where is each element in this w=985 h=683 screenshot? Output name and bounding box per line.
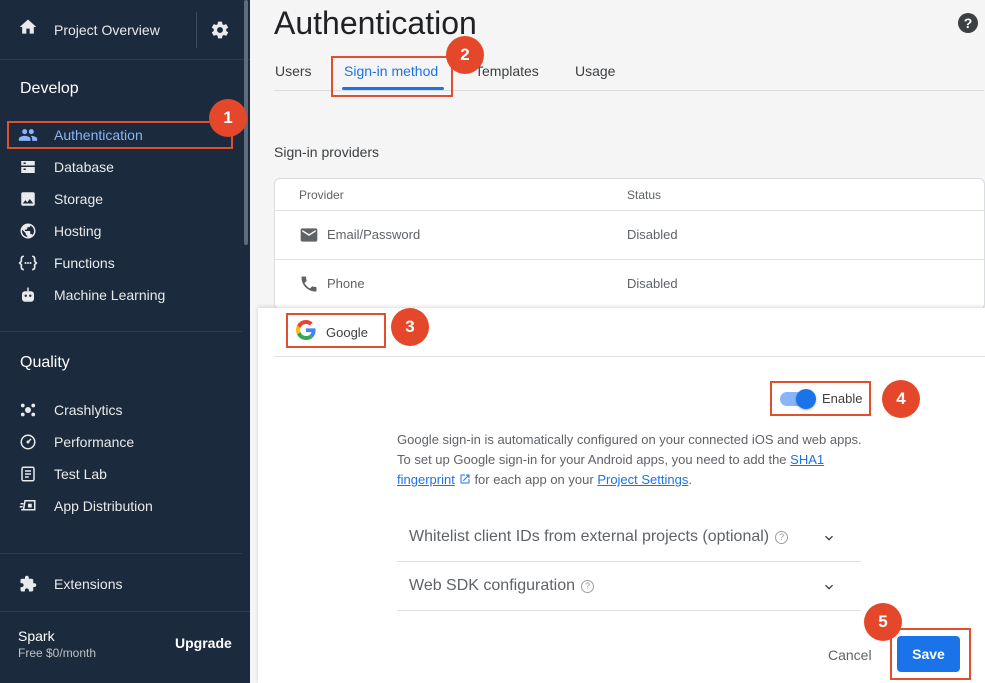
google-description: Google sign-in is automatically configur… xyxy=(397,430,867,490)
table-row[interactable]: Phone Disabled xyxy=(275,259,984,308)
sidebar-item-database[interactable]: Database xyxy=(0,151,242,183)
sidebar-item-label: Performance xyxy=(54,434,135,450)
step-badge: 5 xyxy=(864,603,902,641)
tab-templates[interactable]: Templates xyxy=(475,63,539,79)
sidebar-item-label: Hosting xyxy=(54,223,102,239)
upgrade-button[interactable]: Upgrade xyxy=(175,635,232,651)
highlight-box-enable xyxy=(770,381,871,416)
sidebar-item-label: Functions xyxy=(54,255,115,271)
sidebar-item-app-distribution[interactable]: App Distribution xyxy=(0,490,242,522)
sidebar-item-label: Crashlytics xyxy=(54,402,123,418)
chevron-down-icon[interactable] xyxy=(821,530,837,551)
develop-section: Develop Authentication Database Storage … xyxy=(0,60,242,332)
home-icon xyxy=(18,17,38,42)
speedometer-icon xyxy=(18,432,38,452)
sidebar-item-storage[interactable]: Storage xyxy=(0,183,242,215)
provider-status: Disabled xyxy=(627,276,678,291)
sidebar: Project Overview Develop Authentication … xyxy=(0,0,250,683)
highlight-box-authentication xyxy=(7,121,233,149)
plan-name: Spark xyxy=(18,628,55,644)
web-sdk-configuration-expander[interactable]: Web SDK configuration? xyxy=(397,562,861,611)
functions-icon xyxy=(18,253,38,273)
project-overview-link[interactable]: Project Overview xyxy=(54,22,160,38)
sidebar-item-performance[interactable]: Performance xyxy=(0,426,242,458)
globe-icon xyxy=(18,221,38,241)
expander-title: Web SDK configuration? xyxy=(409,577,595,595)
distribution-icon xyxy=(18,496,38,516)
expander-label: Web SDK configuration xyxy=(409,577,576,594)
divider xyxy=(196,12,197,48)
sidebar-item-hosting[interactable]: Hosting xyxy=(0,215,242,247)
step-badge: 2 xyxy=(446,36,484,74)
highlight-box-save xyxy=(890,628,971,680)
provider-name: Phone xyxy=(327,276,365,291)
step-badge: 1 xyxy=(209,99,247,137)
sidebar-item-test-lab[interactable]: Test Lab xyxy=(0,458,242,490)
phone-icon xyxy=(299,274,319,294)
tab-users[interactable]: Users xyxy=(275,63,312,79)
provider-name: Email/Password xyxy=(327,227,421,242)
chevron-down-icon[interactable] xyxy=(821,579,837,600)
column-header-provider: Provider xyxy=(299,188,344,202)
highlight-box-google xyxy=(286,313,386,348)
description-text: . xyxy=(688,472,692,487)
sidebar-item-machine-learning[interactable]: Machine Learning xyxy=(0,279,242,311)
database-icon xyxy=(18,157,38,177)
providers-table: Provider Status Email/Password Disabled … xyxy=(274,178,985,310)
quality-section: Quality Crashlytics Performance Test Lab… xyxy=(0,334,242,554)
gear-icon[interactable] xyxy=(210,20,230,45)
checklist-icon xyxy=(18,464,38,484)
extensions-section: Extensions xyxy=(0,568,242,600)
help-circle-icon[interactable]: ? xyxy=(581,580,595,593)
expander-label: Whitelist client IDs from external proje… xyxy=(409,528,770,545)
whitelist-client-ids-expander[interactable]: Whitelist client IDs from external proje… xyxy=(397,513,861,562)
column-header-status: Status xyxy=(627,188,662,202)
mail-icon xyxy=(299,225,319,245)
sidebar-item-crashlytics[interactable]: Crashlytics xyxy=(0,394,242,426)
step-badge: 4 xyxy=(882,380,920,418)
table-row[interactable]: Email/Password Disabled xyxy=(275,210,984,259)
provider-status: Disabled xyxy=(627,227,678,242)
sidebar-item-label: Database xyxy=(54,159,114,175)
tab-usage[interactable]: Usage xyxy=(575,63,615,79)
project-overview-bar[interactable]: Project Overview xyxy=(0,0,250,60)
develop-title: Develop xyxy=(20,80,79,97)
expander-title: Whitelist client IDs from external proje… xyxy=(409,528,789,546)
step-badge: 3 xyxy=(391,308,429,346)
robot-icon xyxy=(18,285,38,305)
sidebar-item-label: Machine Learning xyxy=(54,287,166,303)
sidebar-item-functions[interactable]: Functions xyxy=(0,247,242,279)
help-icon[interactable]: ? xyxy=(958,13,978,33)
plan-footer: Spark Free $0/month Upgrade xyxy=(0,611,250,671)
image-icon xyxy=(18,189,38,209)
providers-heading: Sign-in providers xyxy=(274,144,380,160)
highlight-box-sign-in-method xyxy=(331,56,453,97)
sidebar-item-label: App Distribution xyxy=(54,498,153,514)
quality-title: Quality xyxy=(20,354,70,371)
puzzle-icon xyxy=(18,574,38,594)
help-circle-icon[interactable]: ? xyxy=(775,531,789,544)
sidebar-item-label: Extensions xyxy=(54,576,123,592)
sidebar-item-extensions[interactable]: Extensions xyxy=(0,568,242,600)
project-settings-link[interactable]: Project Settings xyxy=(597,472,688,487)
crashlytics-icon xyxy=(18,400,38,420)
sidebar-item-label: Test Lab xyxy=(54,466,107,482)
external-link-icon[interactable] xyxy=(459,471,471,484)
description-text: for each app on your xyxy=(474,472,594,487)
cancel-button[interactable]: Cancel xyxy=(828,647,872,663)
sidebar-item-label: Storage xyxy=(54,191,104,207)
page-title: Authentication xyxy=(274,5,477,41)
plan-price: Free $0/month xyxy=(18,646,97,660)
quality-nav: Crashlytics Performance Test Lab App Dis… xyxy=(0,394,242,522)
